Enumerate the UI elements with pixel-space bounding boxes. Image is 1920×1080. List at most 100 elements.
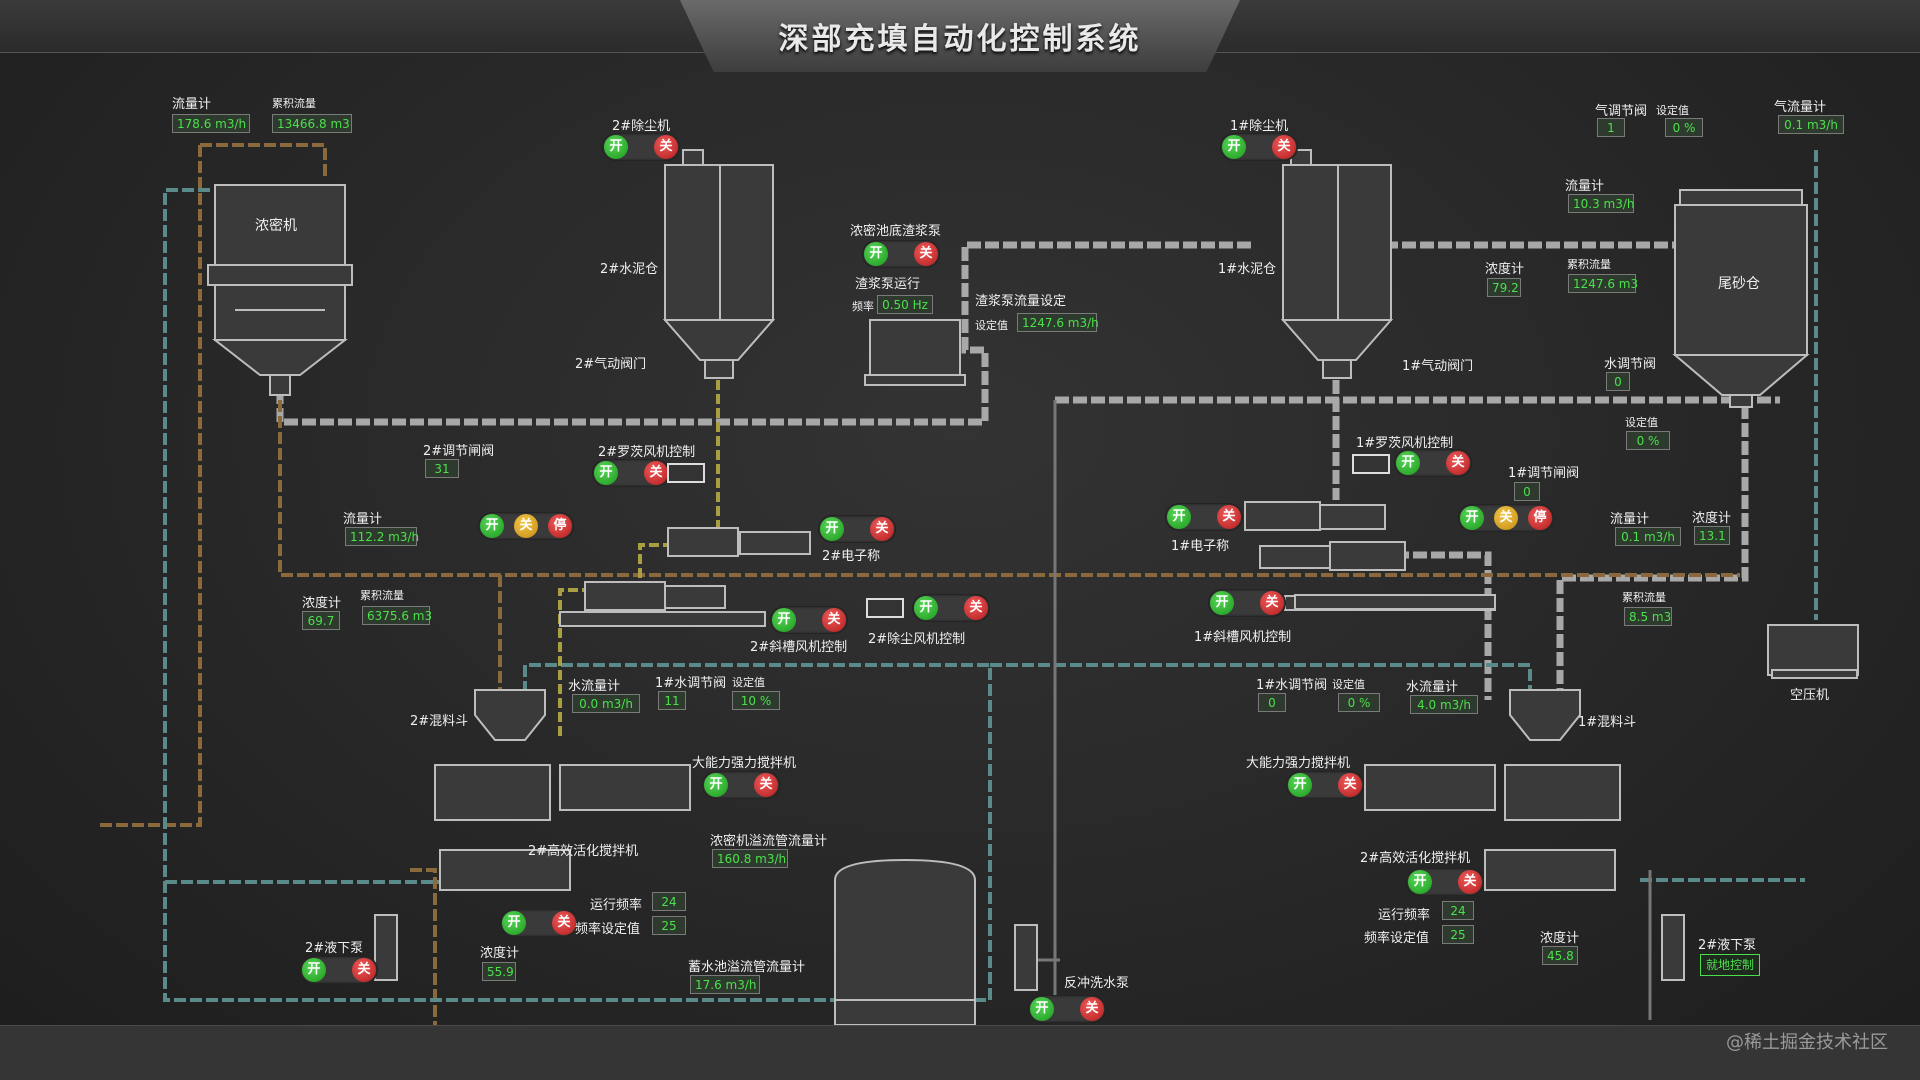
- water-meter1-label: 水流量计: [1406, 680, 1459, 695]
- regvalve1-value: 0: [1514, 482, 1540, 501]
- cum-flow1-value: 8.5 m3: [1624, 607, 1672, 626]
- chute-fan2-off-button[interactable]: 关: [822, 608, 846, 632]
- chute-fan2-on-button[interactable]: 开: [772, 608, 796, 632]
- roots1-control: 开关: [1394, 449, 1472, 477]
- flowmeter-top-label: 流量计: [172, 97, 212, 112]
- density1-label: 浓度计: [1692, 511, 1732, 526]
- tailings-silo-shape: [1672, 189, 1810, 408]
- activator2-left-on-button[interactable]: 开: [502, 911, 526, 935]
- water-meter2-label: 水流量计: [568, 679, 621, 694]
- activator2-left-off-button[interactable]: 关: [552, 911, 576, 935]
- dust1-label: 1#除尘机: [1230, 119, 1289, 134]
- scale1-label: 1#电子称: [1171, 539, 1230, 554]
- density2-label: 浓度计: [302, 596, 342, 611]
- regvalve2-value: 31: [425, 459, 459, 478]
- regvalve2-stop-button[interactable]: 停: [548, 514, 572, 538]
- cum-flow-r-label: 累积流量: [1567, 258, 1611, 271]
- mixer-big-right-on-button[interactable]: 开: [1288, 773, 1312, 797]
- roots2-off-button[interactable]: 关: [644, 461, 668, 485]
- density-b-label: 浓度计: [480, 946, 520, 961]
- slurry-run-label: 渣浆泵运行: [855, 277, 921, 292]
- mixer-big-right-off-button[interactable]: 关: [1338, 773, 1362, 797]
- regvalve1-on-button[interactable]: 开: [1460, 506, 1484, 530]
- mixer-big-left-off-button[interactable]: 关: [754, 773, 778, 797]
- chute-fan1-on-button[interactable]: 开: [1210, 591, 1234, 615]
- dust2-control: 开关: [602, 133, 680, 161]
- roots2-on-button[interactable]: 开: [594, 461, 618, 485]
- density1-value: 13.1: [1694, 526, 1730, 545]
- cement-silo-2-shape: [662, 149, 776, 379]
- thickener-label: 浓密机: [255, 218, 297, 234]
- dust2-on-button[interactable]: 开: [604, 135, 628, 159]
- freq-value: 0.50 Hz: [877, 295, 933, 314]
- backwash-off-button[interactable]: 关: [1080, 997, 1104, 1021]
- cum-flow-top-value: 13466.8 m3: [272, 114, 352, 133]
- cum-flow1-label: 累积流量: [1622, 591, 1666, 604]
- setpoint-b-value: 0 %: [1338, 693, 1380, 712]
- backwash-control: 开关: [1028, 995, 1106, 1023]
- freq-set-left-label: 频率设定值: [575, 922, 641, 937]
- pneu1-label: 1#气动阀门: [1402, 359, 1474, 374]
- flowmeter1-label: 流量计: [1610, 512, 1650, 527]
- local-control-button[interactable]: 就地控制: [1700, 954, 1761, 976]
- dust-fan2-control: 开关: [912, 594, 990, 622]
- dust2-off-button[interactable]: 关: [654, 135, 678, 159]
- cum-flow2-value: 6375.6 m3: [362, 606, 432, 625]
- dust1-off-button[interactable]: 关: [1272, 135, 1296, 159]
- scale1-on-button[interactable]: 开: [1167, 505, 1191, 529]
- flowmeter-r-label: 流量计: [1565, 179, 1605, 194]
- flow-set-label: 设定值: [975, 319, 1008, 332]
- regvalve2-on-button[interactable]: 开: [480, 514, 504, 538]
- water-valve1b-value: 0: [1258, 693, 1286, 712]
- regvalve1-stop-button[interactable]: 停: [1528, 506, 1552, 530]
- regvalve1-control: 开关停: [1458, 504, 1554, 532]
- activator2-left-control: 开关: [500, 909, 578, 937]
- activator2-right-on-button[interactable]: 开: [1408, 870, 1432, 894]
- scale2-off-button[interactable]: 关: [870, 517, 894, 541]
- scale1-control: 开关: [1165, 503, 1243, 531]
- tailings-label: 尾砂仓: [1718, 276, 1760, 292]
- roots1-on-button[interactable]: 开: [1396, 451, 1420, 475]
- dust-fan2-on-button[interactable]: 开: [914, 596, 938, 620]
- dust1-control: 开关: [1220, 133, 1298, 161]
- liquid-pump2-left-control: 开关: [300, 956, 378, 984]
- regvalve1-off-button[interactable]: 关: [1494, 506, 1518, 530]
- screw-conveyors: [559, 501, 1496, 627]
- density2-value: 69.7: [302, 611, 340, 630]
- backwash-label: 反冲洗水泵: [1064, 976, 1130, 991]
- regvalve2-off-button[interactable]: 关: [514, 514, 538, 538]
- flowmeter1-value: 0.1 m3/h: [1615, 527, 1681, 546]
- flow-set-title: 渣浆泵流量设定: [975, 294, 1067, 309]
- scale2-on-button[interactable]: 开: [820, 517, 844, 541]
- liquid-pump2-left-on-button[interactable]: 开: [302, 958, 326, 982]
- gas-set-value: 0 %: [1665, 118, 1703, 137]
- setpoint-a-value: 10 %: [732, 691, 780, 710]
- pneu2-label: 2#气动阀门: [575, 357, 647, 372]
- dust2-label: 2#除尘机: [612, 119, 671, 134]
- cement-silo-1-shape: [1280, 149, 1394, 379]
- scale1-off-button[interactable]: 关: [1217, 505, 1241, 529]
- run-freq-right-value: 24: [1442, 901, 1474, 920]
- chute-fan1-off-button[interactable]: 关: [1260, 591, 1284, 615]
- regvalve1-label: 1#调节闸阀: [1508, 466, 1580, 481]
- liquid-pump2-left-off-button[interactable]: 关: [352, 958, 376, 982]
- mixer-big-left-on-button[interactable]: 开: [704, 773, 728, 797]
- mixer-big-right-control: 开关: [1286, 771, 1364, 799]
- backwash-on-button[interactable]: 开: [1030, 997, 1054, 1021]
- compressor-shape: [1767, 624, 1859, 679]
- freq-set-right-value: 25: [1442, 925, 1474, 944]
- density-r-value: 79.2: [1487, 278, 1521, 297]
- dust-fan2-indicator: [866, 598, 904, 618]
- activator2-right-label: 2#高效活化搅拌机: [1360, 851, 1471, 866]
- roots2-label: 2#罗茨风机控制: [598, 445, 696, 460]
- dust-fan2-off-button[interactable]: 关: [964, 596, 988, 620]
- flowmeter-r-value: 10.3 m3/h: [1568, 194, 1635, 213]
- slurry-pump-on-button[interactable]: 开: [864, 242, 888, 266]
- chute-fan2-label: 2#斜槽风机控制: [750, 640, 848, 655]
- dust1-on-button[interactable]: 开: [1222, 135, 1246, 159]
- roots1-off-button[interactable]: 关: [1446, 451, 1470, 475]
- compressor-label: 空压机: [1790, 688, 1830, 703]
- slurry-pump-off-button[interactable]: 关: [914, 242, 938, 266]
- activator2-right-off-button[interactable]: 关: [1458, 870, 1482, 894]
- dust-fan2-label: 2#除尘风机控制: [868, 632, 966, 647]
